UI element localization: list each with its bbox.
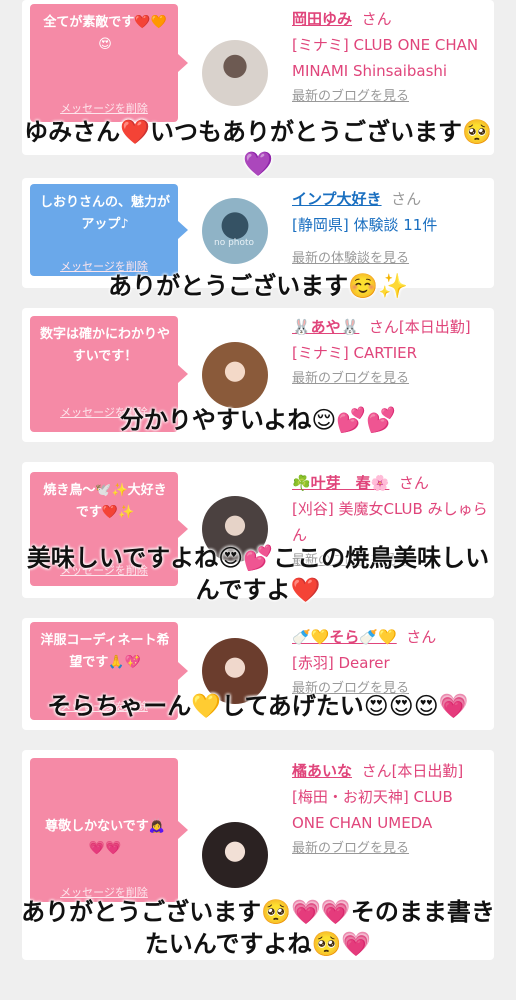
bubble-tip bbox=[178, 221, 188, 239]
message-text: 全てが素敵です❤️🧡😍 bbox=[43, 15, 167, 52]
message-text: しおりさんの、魅力がアップ♪ bbox=[40, 195, 171, 232]
honorific-label: さん bbox=[361, 10, 392, 28]
message-text: 尊敬しかないです🙇‍♀️💗💗 bbox=[45, 819, 165, 856]
honorific-label: さん[本日出勤] bbox=[361, 762, 464, 780]
shop-detail: [ミナミ] CARTIER bbox=[292, 344, 418, 362]
bubble-tip bbox=[178, 365, 188, 383]
message-text: 数字は確かにわかりやすいです！ bbox=[40, 327, 171, 364]
latest-blog-link[interactable]: 最新のブログを見る bbox=[292, 366, 488, 392]
message-bubble: 全てが素敵です❤️🧡😍 メッセージを削除 bbox=[30, 4, 188, 122]
bubble-tip bbox=[178, 520, 188, 538]
page-background bbox=[0, 965, 516, 1000]
honorific-label: さん bbox=[406, 628, 437, 646]
avatar[interactable] bbox=[202, 40, 268, 106]
profile-name[interactable]: 🍼💛そら🍼💛 bbox=[292, 628, 397, 646]
honorific-label: さん bbox=[398, 474, 429, 492]
message-bubble: 尊敬しかないです🙇‍♀️💗💗 メッセージを削除 bbox=[30, 758, 188, 902]
shop-detail: [ミナミ] CLUB ONE CHAN MINAMI Shinsaibashi bbox=[292, 36, 479, 80]
overlay-caption: ありがとうございます🥺💗💗そのまま書きたいんですよね🥺💗 bbox=[21, 898, 495, 958]
profile-name[interactable]: 岡田ゆみ bbox=[292, 10, 352, 28]
message-text: 焼き鳥〜🕊️✨大好きです❤️✨ bbox=[43, 483, 167, 520]
profile-name[interactable]: インプ大好き bbox=[292, 190, 382, 208]
profile-name[interactable]: 🐰あや🐰 bbox=[292, 318, 359, 336]
review-count: [静岡県] 体験談 11件 bbox=[292, 216, 438, 234]
latest-blog-link[interactable]: 最新のブログを見る bbox=[292, 84, 488, 110]
shop-detail: [梅田・お初天神] CLUB ONE CHAN UMEDA bbox=[292, 788, 453, 832]
avatar[interactable] bbox=[202, 822, 268, 888]
bubble-tip bbox=[178, 54, 188, 72]
no-photo-icon: no photo bbox=[214, 238, 255, 248]
avatar[interactable] bbox=[202, 342, 268, 408]
latest-blog-link[interactable]: 最新のブログを見る bbox=[292, 836, 488, 862]
honorific-label: さん[本日出勤] bbox=[368, 318, 471, 336]
honorific-label: さん bbox=[391, 190, 422, 208]
overlay-caption: 美味しいですよね😍💕ここの焼鳥美味しいんですよ❤️ bbox=[26, 544, 490, 604]
overlay-caption: ゆみさん❤️いつもありがとうございます🥺💜 bbox=[24, 118, 492, 178]
shop-detail: [赤羽] Dearer bbox=[292, 654, 390, 672]
message-bubble: しおりさんの、魅力がアップ♪ メッセージを削除 bbox=[30, 184, 188, 276]
bubble-tip bbox=[178, 662, 188, 680]
overlay-caption: 分かりやすいよね😌💕💕 bbox=[119, 406, 397, 434]
bubble-tip bbox=[178, 821, 188, 839]
shop-detail: [刈谷] 美魔女CLUB みしゅらん bbox=[292, 500, 488, 544]
message-text: 洋服コーディネート希望です🙏💖 bbox=[40, 633, 170, 670]
avatar[interactable]: no photo bbox=[202, 198, 268, 264]
profile-name[interactable]: ☘️叶芽 春🌸 bbox=[292, 474, 389, 492]
overlay-caption: そらちゃーん💛してあげたい😍😍😍💗 bbox=[47, 692, 469, 720]
profile-name[interactable]: 橘あいな bbox=[292, 762, 352, 780]
overlay-caption: ありがとうございます☺️✨ bbox=[108, 272, 408, 300]
latest-review-link[interactable]: 最新の体験談を見る bbox=[292, 246, 488, 272]
